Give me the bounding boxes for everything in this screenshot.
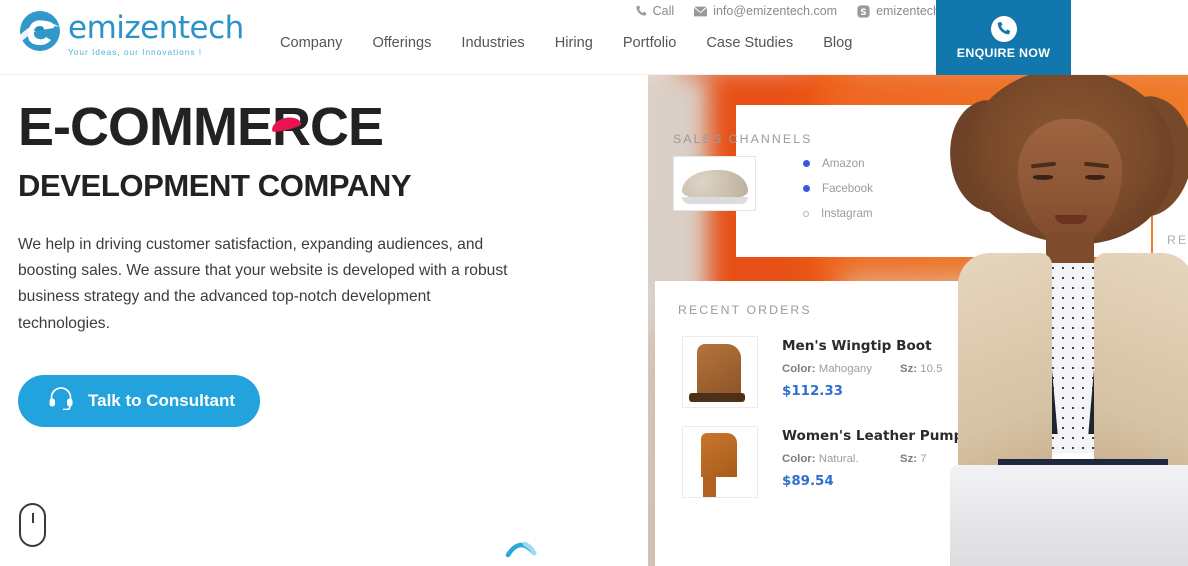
logo-wordmark: emizentech — [68, 10, 244, 46]
topbar-label-skype: emizentech — [876, 4, 940, 18]
order-color-label: Color: — [782, 363, 816, 375]
site-logo[interactable]: emizentech Your Ideas, our Innovations ! — [16, 7, 244, 57]
channel-dot-icon — [803, 185, 810, 192]
headset-icon — [48, 386, 74, 415]
order-size-value: 7 — [920, 453, 927, 465]
order-color-value: Mahogany — [818, 363, 872, 375]
order-size-label: Sz: — [900, 363, 918, 375]
emizentech-e-logo-icon — [16, 7, 64, 55]
main-navigation: Company Offerings Industries Hiring Port… — [280, 35, 852, 51]
channel-dot-icon — [803, 160, 810, 167]
channel-label-facebook: Facebook — [822, 182, 873, 195]
recent-orders-title: RECENT ORDERS — [678, 303, 812, 317]
hero-content: E-COMMERCE DEVELOPMENT COMPANY We help i… — [18, 100, 628, 427]
sales-channels-title: SALES CHANNELS — [673, 132, 813, 146]
enquire-now-label: ENQUIRE NOW — [956, 45, 1051, 60]
channel-item-instagram[interactable]: Instagram — [803, 207, 873, 220]
topbar-item-email[interactable]: info@emizentech.com — [694, 4, 837, 18]
order-color-value: Natural. — [818, 453, 859, 465]
topbar-label-call: Call — [652, 4, 675, 18]
nav-item-case-studies[interactable]: Case Studies — [706, 35, 793, 51]
channel-label-amazon: Amazon — [822, 157, 865, 170]
channel-dot-hollow-icon — [803, 210, 809, 217]
channel-label-instagram: Instagram — [821, 207, 873, 220]
hero-title-line1-text: E-COMMERCE — [18, 97, 384, 157]
skype-icon: S — [857, 4, 870, 18]
topbar-item-call[interactable]: Call — [635, 4, 675, 18]
order-product-image — [682, 336, 758, 408]
nav-item-portfolio[interactable]: Portfolio — [623, 35, 677, 51]
woman-with-laptop-photo — [939, 75, 1188, 566]
nav-item-industries[interactable]: Industries — [461, 35, 524, 51]
order-product-image — [682, 426, 758, 498]
nav-item-hiring[interactable]: Hiring — [555, 35, 593, 51]
topbar-item-skype[interactable]: S emizentech — [857, 4, 940, 18]
logo-tagline: Your Ideas, our Innovations ! — [68, 47, 202, 57]
site-header: emizentech Your Ideas, our Innovations !… — [0, 0, 1188, 75]
scroll-mouse-icon[interactable] — [19, 503, 46, 547]
contact-topbar: Call info@emizentech.com S emizentech — [635, 4, 940, 18]
channel-item-facebook[interactable]: Facebook — [803, 182, 873, 195]
loading-spinner-icon — [505, 538, 537, 558]
order-size-label: Sz: — [900, 453, 918, 465]
nav-item-blog[interactable]: Blog — [823, 35, 852, 51]
phone-icon — [635, 5, 647, 17]
sales-channels-product-image — [673, 156, 756, 211]
enquire-now-button[interactable]: ENQUIRE NOW — [936, 0, 1071, 75]
channel-item-amazon[interactable]: Amazon — [803, 157, 873, 170]
hero-image: SALES CHANNELS Amazon Facebook Instagram… — [648, 75, 1188, 566]
topbar-label-email: info@emizentech.com — [713, 4, 838, 18]
phone-circle-icon — [990, 15, 1017, 42]
talk-to-consultant-button[interactable]: Talk to Consultant — [18, 374, 260, 427]
order-color-label: Color: — [782, 453, 816, 465]
envelope-icon — [694, 6, 708, 17]
nav-item-company[interactable]: Company — [280, 35, 342, 51]
hero-title-line2: DEVELOPMENT COMPANY — [18, 168, 412, 203]
svg-text:S: S — [860, 7, 866, 17]
hero-paragraph: We help in driving customer satisfaction… — [18, 236, 508, 332]
nav-item-offerings[interactable]: Offerings — [372, 35, 431, 51]
talk-to-consultant-label: Talk to Consultant — [88, 390, 236, 410]
hero-title-line1: E-COMMERCE — [18, 97, 384, 157]
sales-channels-list: Amazon Facebook Instagram — [803, 157, 873, 220]
